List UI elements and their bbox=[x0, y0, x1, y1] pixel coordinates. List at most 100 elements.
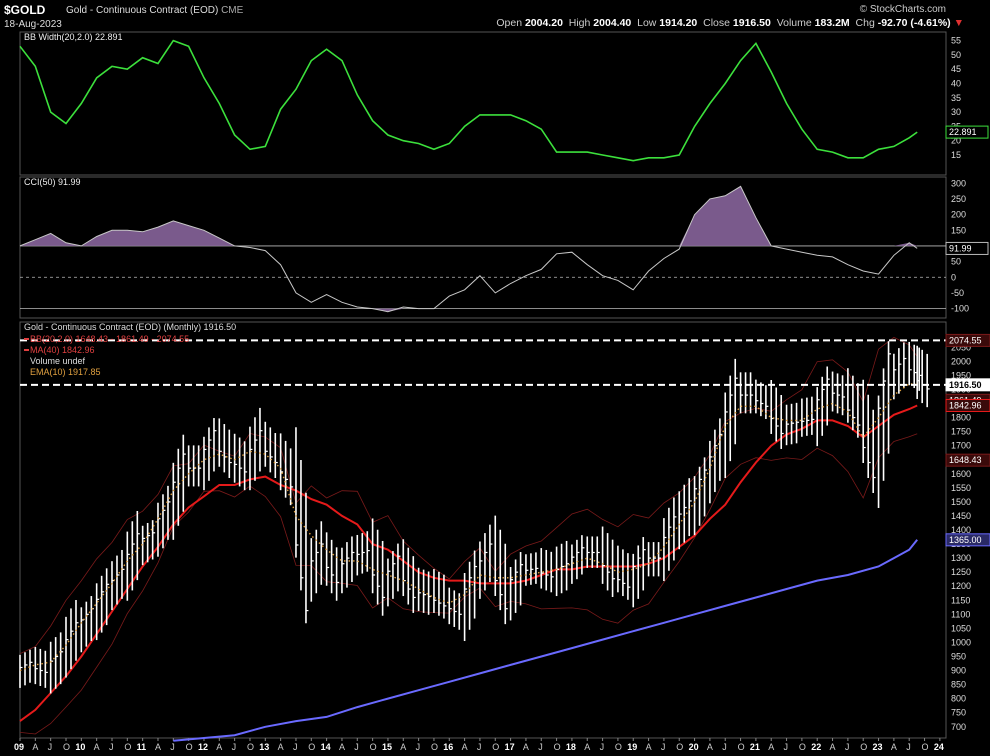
x-tick-label: J bbox=[661, 742, 666, 752]
price-y-tick: 800 bbox=[951, 694, 966, 704]
price-y-tick: 750 bbox=[951, 708, 966, 718]
price-y-tick: 1050 bbox=[951, 623, 971, 633]
price-y-tick: 1150 bbox=[951, 595, 970, 605]
x-tick-label: O bbox=[63, 742, 70, 752]
cci-y-tick: 150 bbox=[951, 225, 966, 235]
x-tick-label: A bbox=[400, 742, 406, 752]
bb-width-legend: BB Width(20,2.0) 22.891 bbox=[24, 32, 123, 42]
x-tick-label: J bbox=[293, 742, 298, 752]
bb-y-tick: 50 bbox=[951, 50, 961, 60]
bb-legend: BB(20,2.0) 1648.43 - 1861.49 - 2074.55 bbox=[30, 334, 189, 344]
cci-y-tick: -100 bbox=[951, 304, 969, 314]
cci-legend: CCI(50) 91.99 bbox=[24, 177, 81, 187]
x-tick-label: J bbox=[477, 742, 482, 752]
ma200-line bbox=[173, 539, 918, 742]
x-tick-label: A bbox=[707, 742, 713, 752]
cci-y-tick: 250 bbox=[951, 194, 966, 204]
x-tick-label: A bbox=[891, 742, 897, 752]
x-tick-label: 18 bbox=[566, 742, 576, 752]
price-y-tick: 1000 bbox=[951, 637, 971, 647]
x-tick-label: A bbox=[830, 742, 836, 752]
x-tick-label: J bbox=[354, 742, 359, 752]
x-tick-label: J bbox=[538, 742, 543, 752]
ema10-legend: EMA(10) 1917.85 bbox=[30, 367, 101, 377]
price-y-tick: 1600 bbox=[951, 469, 971, 479]
cci-y-tick: 50 bbox=[951, 257, 961, 267]
x-tick-label: A bbox=[584, 742, 590, 752]
x-tick-label: J bbox=[784, 742, 789, 752]
x-tick-label: 19 bbox=[627, 742, 637, 752]
x-tick-label: O bbox=[370, 742, 377, 752]
x-tick-label: 20 bbox=[689, 742, 699, 752]
x-tick-label: 23 bbox=[873, 742, 883, 752]
bb-y-tick: 40 bbox=[951, 78, 961, 88]
x-tick-label: J bbox=[109, 742, 114, 752]
x-tick-label: A bbox=[32, 742, 38, 752]
x-tick-label: A bbox=[768, 742, 774, 752]
x-tick-label: O bbox=[799, 742, 806, 752]
x-tick-label: 13 bbox=[259, 742, 269, 752]
volume-legend: Volume undef bbox=[30, 356, 86, 366]
cci-fill-below bbox=[20, 308, 918, 312]
x-tick-label: O bbox=[554, 742, 561, 752]
price-label: 2074.55 bbox=[949, 335, 982, 345]
x-tick-label: O bbox=[922, 742, 929, 752]
x-tick-label: A bbox=[339, 742, 345, 752]
x-tick-label: A bbox=[216, 742, 222, 752]
cci-y-tick: 200 bbox=[951, 210, 966, 220]
bb-width-line bbox=[19, 39, 918, 162]
price-label: 1916.50 bbox=[949, 380, 982, 390]
x-tick-label: 17 bbox=[505, 742, 515, 752]
x-tick-label: 14 bbox=[321, 742, 331, 752]
x-tick-label: O bbox=[615, 742, 622, 752]
cci-y-tick: 300 bbox=[951, 178, 966, 188]
price-y-tick: 1450 bbox=[951, 511, 971, 521]
price-y-tick: 1800 bbox=[951, 413, 971, 423]
bb-y-tick: 35 bbox=[951, 93, 961, 103]
x-tick-label: O bbox=[738, 742, 745, 752]
panel-frame-cci bbox=[19, 176, 947, 319]
x-tick-label: 15 bbox=[382, 742, 392, 752]
x-tick-label: A bbox=[646, 742, 652, 752]
bb-y-tick: 45 bbox=[951, 64, 961, 74]
price-bars bbox=[19, 341, 930, 694]
price-y-tick: 1250 bbox=[951, 567, 971, 577]
price-y-tick: 1550 bbox=[951, 483, 971, 493]
x-tick-label: 22 bbox=[811, 742, 821, 752]
ema10-line bbox=[19, 383, 918, 672]
x-tick-label: A bbox=[94, 742, 100, 752]
x-tick-label: J bbox=[170, 742, 175, 752]
x-tick-label: 10 bbox=[75, 742, 85, 752]
price-y-tick: 1700 bbox=[951, 441, 971, 451]
x-tick-label: J bbox=[600, 742, 605, 752]
x-tick-label: J bbox=[845, 742, 850, 752]
price-y-tick: 1100 bbox=[951, 609, 970, 619]
price-label: 1648.43 bbox=[949, 455, 982, 465]
cci-y-tick: 0 bbox=[951, 272, 956, 282]
x-tick-label: J bbox=[722, 742, 727, 752]
price-label: 1365.00 bbox=[949, 535, 982, 545]
x-tick-label: O bbox=[431, 742, 438, 752]
x-tick-label: J bbox=[416, 742, 421, 752]
bb-lower-band bbox=[19, 433, 918, 735]
price-y-tick: 850 bbox=[951, 680, 966, 690]
x-tick-label: J bbox=[906, 742, 911, 752]
x-tick-label: J bbox=[48, 742, 53, 752]
x-tick-label: A bbox=[523, 742, 529, 752]
price-y-tick: 2000 bbox=[951, 356, 971, 366]
x-tick-label: 11 bbox=[137, 742, 147, 752]
price-y-tick: 1750 bbox=[951, 427, 971, 437]
price-legend: Gold - Continuous Contract (EOD) (Monthl… bbox=[24, 322, 236, 332]
x-tick-label: O bbox=[860, 742, 867, 752]
bb-y-tick: 55 bbox=[951, 36, 961, 46]
x-tick-label: O bbox=[308, 742, 315, 752]
x-tick-label: A bbox=[155, 742, 161, 752]
price-y-tick: 1500 bbox=[951, 497, 971, 507]
price-label: 1842.96 bbox=[949, 400, 982, 410]
price-y-tick: 950 bbox=[951, 651, 966, 661]
cci-last-value: 91.99 bbox=[949, 243, 972, 253]
x-tick-label: 16 bbox=[443, 742, 453, 752]
x-tick-label: A bbox=[278, 742, 284, 752]
cci-line bbox=[19, 185, 918, 313]
x-tick-label: O bbox=[676, 742, 683, 752]
